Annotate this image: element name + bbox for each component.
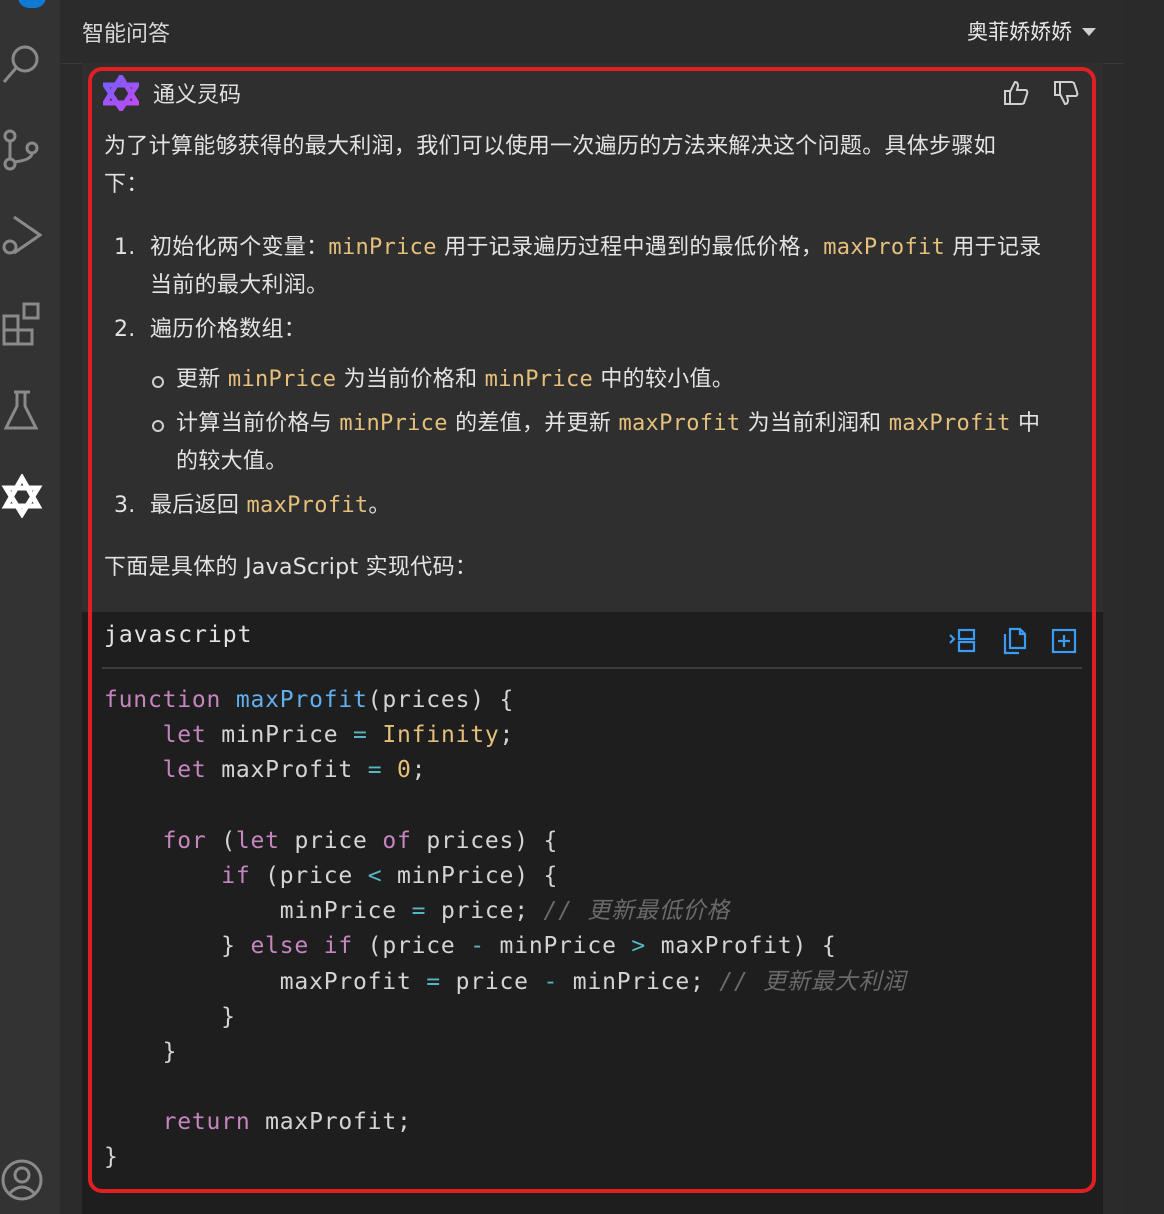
code-line: } <box>104 1144 119 1171</box>
text: 更新 <box>176 367 228 392</box>
assistant-header: 通义灵码 <box>103 75 241 111</box>
tongyi-lingma-icon[interactable] <box>0 474 44 518</box>
bullet-icon <box>152 420 164 432</box>
text: 计算当前价格与 <box>176 411 340 436</box>
list-number: 1. <box>114 235 136 260</box>
text: 当前的最大利润。 <box>150 273 329 298</box>
inline-code: minPrice <box>328 235 437 260</box>
source-control-icon[interactable] <box>0 128 44 172</box>
code-line: return maxProfit; <box>162 1109 412 1136</box>
code-line: } else if (price - minPrice > maxProfit)… <box>104 933 837 960</box>
code-line: } <box>104 1038 178 1065</box>
user-name: 奥菲娇娇娇 <box>967 20 1072 44</box>
new-file-icon[interactable] <box>1049 626 1079 656</box>
inline-code: maxProfit <box>618 411 741 436</box>
outro-paragraph: 下面是具体的 JavaScript 实现代码： <box>104 555 478 580</box>
copy-icon[interactable] <box>999 626 1029 656</box>
intro-paragraph: 为了计算能够获得的最大利润，我们可以使用一次遍历的方法来解决这个问题。具体步骤如… <box>104 128 996 204</box>
editor-edge <box>1124 0 1164 1214</box>
text: 为当前利润和 <box>740 411 889 436</box>
code-line: let maxProfit = 0; <box>162 757 427 784</box>
testing-flask-icon[interactable] <box>0 388 44 432</box>
activity-bar <box>0 0 61 1214</box>
insert-code-icon[interactable] <box>947 626 977 656</box>
inline-code: minPrice <box>227 367 337 392</box>
chat-panel: 智能问答 奥菲娇娇娇 通义灵码 为了计算能够获得的最大利润，我们可以使用一次遍历… <box>61 0 1124 1214</box>
notification-badge[interactable] <box>18 0 46 8</box>
chevron-down-icon <box>1082 28 1096 36</box>
inline-code: maxProfit <box>888 411 1011 436</box>
list-item: 2. 遍历价格数组： <box>114 311 1094 349</box>
inline-code: maxProfit <box>246 493 369 518</box>
inline-code: minPrice <box>339 411 448 436</box>
panel-header: 智能问答 奥菲娇娇娇 <box>61 0 1124 64</box>
code-line: let minPrice = Infinity; <box>162 722 515 749</box>
search-icon[interactable] <box>0 42 44 86</box>
inline-code: minPrice <box>484 367 594 392</box>
text: 用于记录遍历过程中遇到的最低价格， <box>436 235 824 260</box>
list-item: 3. 最后返回 maxProfit。 <box>114 487 1094 525</box>
run-debug-icon[interactable] <box>0 213 44 257</box>
account-icon[interactable] <box>0 1158 44 1202</box>
code-line: for (let price of prices) { <box>162 827 559 854</box>
text: 中的较小值。 <box>593 367 735 392</box>
tongyi-logo-icon <box>103 75 139 111</box>
code-content: function maxProfit(prices) { let minPric… <box>104 683 906 1176</box>
inline-code: maxProfit <box>823 235 946 260</box>
code-line: maxProfit = price - minPrice; // 更新最大利润 <box>279 968 907 995</box>
code-line: } <box>104 1003 236 1030</box>
code-line: minPrice = price; // 更新最低价格 <box>279 898 731 925</box>
user-dropdown[interactable]: 奥菲娇娇娇 <box>967 16 1096 46</box>
sub-list-item: 计算当前价格与 minPrice 的差值，并更新 maxProfit 为当前利润… <box>104 405 1104 481</box>
thumbs-up-icon[interactable] <box>1000 77 1032 109</box>
list-number: 2. <box>114 317 136 342</box>
text: 用于记录 <box>945 235 1042 260</box>
code-line: if (price < minPrice) { <box>221 862 559 889</box>
code-block: javascript function maxProfit(prices) { … <box>82 612 1103 1214</box>
text: 最后返回 <box>150 493 247 518</box>
text: 的较大值。 <box>176 449 288 474</box>
text: 中 <box>1010 411 1041 436</box>
code-line: function maxProfit(prices) { <box>104 687 515 713</box>
list-number: 3. <box>114 493 136 518</box>
text: 。 <box>368 493 391 518</box>
text: 遍历价格数组： <box>150 317 307 342</box>
intro-line-cont: 下： <box>104 172 149 197</box>
text: 为当前价格和 <box>336 367 485 392</box>
code-language-label: javascript <box>104 622 253 648</box>
assistant-name: 通义灵码 <box>153 83 242 108</box>
extensions-icon[interactable] <box>0 302 44 346</box>
intro-line: 为了计算能够获得的最大利润，我们可以使用一次遍历的方法来解决这个问题。具体步骤如 <box>104 134 997 159</box>
divider <box>102 667 1082 669</box>
bullet-icon <box>152 376 164 388</box>
assistant-message: 通义灵码 为了计算能够获得的最大利润，我们可以使用一次遍历的方法来解决这个问题。… <box>82 63 1103 1214</box>
text: 初始化两个变量： <box>150 235 329 260</box>
thumbs-down-icon[interactable] <box>1050 77 1082 109</box>
sub-list-item: 更新 minPrice 为当前价格和 minPrice 中的较小值。 <box>104 361 1104 399</box>
list-item: 1. 初始化两个变量：minPrice 用于记录遍历过程中遇到的最低价格，max… <box>114 229 1094 305</box>
panel-title: 智能问答 <box>82 22 171 47</box>
text: 的差值，并更新 <box>447 411 619 436</box>
